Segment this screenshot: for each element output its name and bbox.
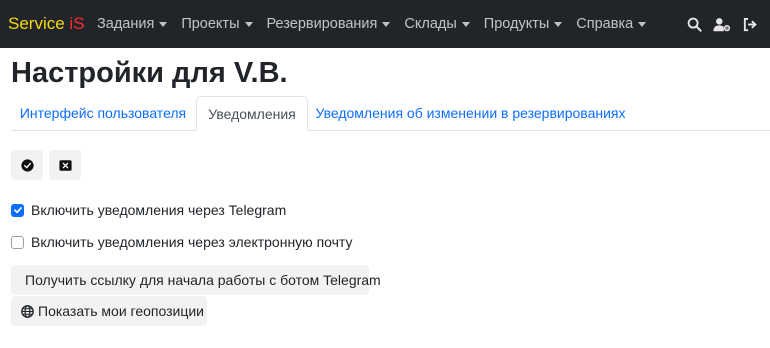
email-notifications-label: Включить уведомления через электронную п… xyxy=(31,234,353,250)
top-navbar: Service iS Задания Проекты Резервировани… xyxy=(0,0,770,48)
tab-notifications[interactable]: Уведомления xyxy=(196,96,308,131)
chevron-down-icon xyxy=(554,21,563,27)
get-telegram-bot-link-label: Получить ссылку для начала работы с бото… xyxy=(25,272,381,288)
menu-warehouses[interactable]: Склады xyxy=(397,0,476,48)
user-settings-icon[interactable] xyxy=(708,10,736,38)
settings-tabs: Интерфейс пользователя Уведомления Уведо… xyxy=(11,96,770,131)
cancel-button[interactable] xyxy=(49,150,81,180)
menu-products-label: Продукты xyxy=(483,16,550,32)
menu-warehouses-label: Склады xyxy=(404,16,457,32)
check-circle-icon xyxy=(20,158,34,172)
confirm-button[interactable] xyxy=(11,150,43,180)
chevron-down-icon xyxy=(382,21,391,27)
telegram-notifications-label: Включить уведомления через Telegram xyxy=(31,202,287,218)
checkbox-checked[interactable] xyxy=(11,203,24,217)
globe-icon xyxy=(21,304,34,318)
show-geolocations-label: Показать мои геопозиции xyxy=(38,303,205,319)
navbar-actions xyxy=(680,0,764,48)
email-notifications-checkbox[interactable]: Включить уведомления через электронную п… xyxy=(11,233,353,251)
menu-help-label: Справка xyxy=(576,16,634,32)
menu-tasks[interactable]: Задания xyxy=(90,0,174,48)
show-geolocations-button[interactable]: Показать мои геопозиции xyxy=(11,296,207,326)
close-square-icon xyxy=(58,159,72,171)
checkmark-icon xyxy=(13,207,22,214)
page-title: Настройки для V.B. xyxy=(11,57,288,89)
brand-text-is: iS xyxy=(69,14,85,33)
brand-logo[interactable]: Service iS xyxy=(8,13,85,35)
menu-reservations[interactable]: Резервирования xyxy=(260,0,398,48)
get-telegram-bot-link-button[interactable]: Получить ссылку для начала работы с бото… xyxy=(11,265,381,295)
logout-icon[interactable] xyxy=(736,10,764,38)
menu-tasks-label: Задания xyxy=(97,16,155,32)
chevron-down-icon xyxy=(159,21,168,27)
menu-help[interactable]: Справка xyxy=(569,0,653,48)
brand-text-service: Service xyxy=(8,14,70,33)
tab-reservation-change-notifications[interactable]: Уведомления об изменении в резервировани… xyxy=(313,96,628,130)
tab-user-interface[interactable]: Интерфейс пользователя xyxy=(11,96,195,130)
menu-products[interactable]: Продукты xyxy=(477,0,570,48)
menu-projects[interactable]: Проекты xyxy=(174,0,259,48)
chevron-down-icon xyxy=(244,21,253,27)
checkbox-unchecked[interactable] xyxy=(11,235,24,249)
telegram-notifications-checkbox[interactable]: Включить уведомления через Telegram xyxy=(11,201,286,219)
menu-projects-label: Проекты xyxy=(181,16,240,32)
main-menu: Задания Проекты Резервирования Склады Пр… xyxy=(90,0,653,48)
chevron-down-icon xyxy=(638,21,647,27)
search-icon[interactable] xyxy=(680,10,708,38)
menu-reservations-label: Резервирования xyxy=(266,16,378,32)
chevron-down-icon xyxy=(461,21,470,27)
